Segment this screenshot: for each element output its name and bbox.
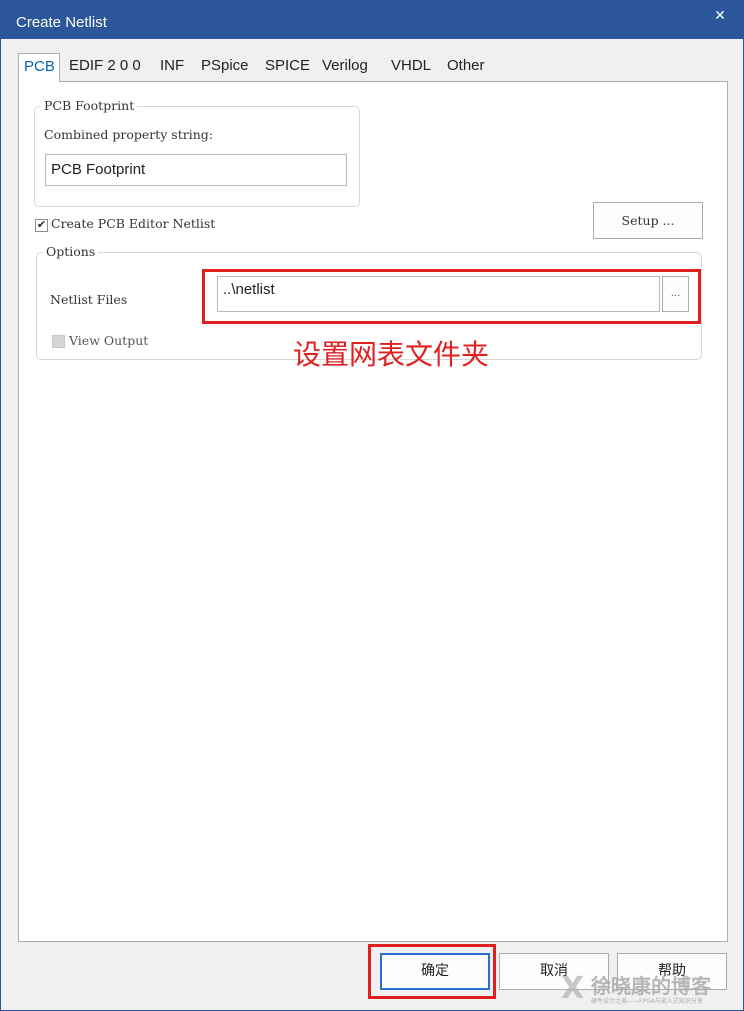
view-output-label[interactable]: View Output <box>69 333 148 348</box>
netlist-directory-highlight-box <box>202 269 701 324</box>
create-netlist-dialog: Create Netlist ✕ PCB EDIF 2 0 0 INF PSpi… <box>0 0 744 1011</box>
pcb-footprint-group: PCB Footprint Combined property string: … <box>34 98 360 207</box>
tab-inf[interactable]: INF <box>160 57 184 74</box>
tab-vhdl[interactable]: VHDL <box>391 57 431 74</box>
annotation-text: 设置网表文件夹 <box>293 338 490 371</box>
setup-button[interactable]: Setup ... <box>593 202 703 239</box>
help-button[interactable]: 帮助 <box>617 953 727 990</box>
ok-button-highlight-box <box>368 944 496 999</box>
combined-property-label: Combined property string: <box>44 127 213 142</box>
window-title: Create Netlist <box>16 14 107 31</box>
tab-pspice[interactable]: PSpice <box>201 57 249 74</box>
close-icon[interactable]: ✕ <box>709 5 731 27</box>
view-output-checkbox[interactable] <box>52 335 65 348</box>
watermark-subtitle: 硬件设计之美——FPGA与嵌入式知识分享 <box>591 998 703 1005</box>
tab-spice[interactable]: SPICE <box>265 57 310 74</box>
tab-other[interactable]: Other <box>447 57 485 74</box>
pcb-footprint-group-label: PCB Footprint <box>41 98 138 113</box>
options-group-label: Options <box>43 244 99 259</box>
combined-property-input[interactable]: PCB Footprint <box>45 154 347 186</box>
title-bar[interactable]: Create Netlist ✕ <box>1 1 743 39</box>
tab-verilog[interactable]: Verilog <box>322 57 368 74</box>
create-pcb-editor-netlist-label[interactable]: Create PCB Editor Netlist <box>51 216 215 231</box>
tab-panel-pcb: PCB Footprint Combined property string: … <box>18 81 728 942</box>
tab-pcb[interactable]: PCB <box>18 53 60 82</box>
create-pcb-editor-netlist-checkbox[interactable]: ✔ <box>35 219 48 232</box>
tab-edif[interactable]: EDIF 2 0 0 <box>69 57 141 74</box>
netlist-files-directory-label: Netlist Files <box>50 292 128 307</box>
cancel-button[interactable]: 取消 <box>499 953 609 990</box>
